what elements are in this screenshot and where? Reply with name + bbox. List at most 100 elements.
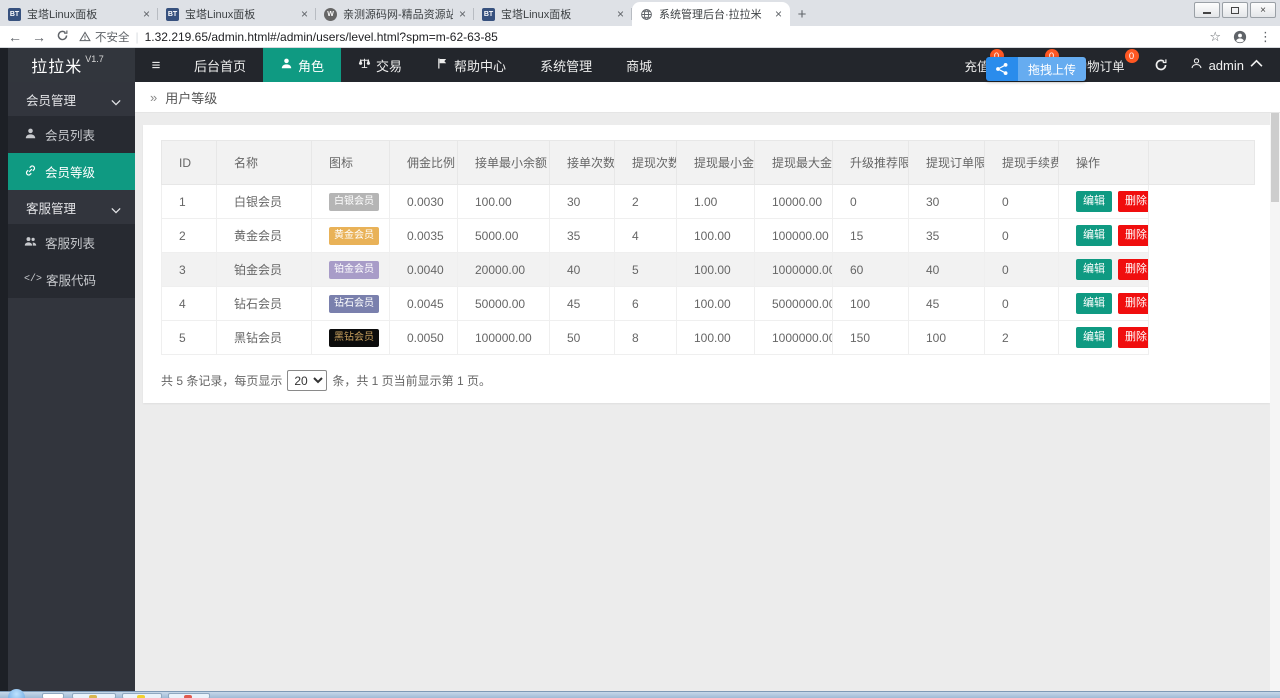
- browser-tab[interactable]: BT宝塔Linux面板×: [474, 2, 632, 26]
- nav-item-角色[interactable]: 角色: [263, 48, 341, 82]
- reload-icon[interactable]: [56, 29, 69, 44]
- user-avatar-icon: [1190, 57, 1203, 73]
- table-row: 2黄金会员黄金会员0.00355000.00354100.00100000.00…: [162, 219, 1255, 253]
- user-menu[interactable]: admin: [1182, 48, 1268, 82]
- close-button[interactable]: ×: [1250, 2, 1276, 18]
- cell-value: 1000000.00: [755, 253, 833, 287]
- app-logo-text: 拉拉米: [31, 53, 82, 77]
- level-badge: 黑钻会员: [329, 329, 379, 347]
- browser-menu-icon[interactable]: ⋮: [1259, 29, 1272, 45]
- nav-item-label: 商城: [626, 56, 652, 75]
- cell-value: 100000.00: [458, 321, 550, 355]
- edit-button[interactable]: 编辑: [1076, 225, 1112, 245]
- cell-icon: 钻石会员: [312, 287, 390, 321]
- sidebar-item-会员等级[interactable]: 会员等级: [0, 153, 135, 190]
- cell-icon: 铂金会员: [312, 253, 390, 287]
- delete-button[interactable]: 删除: [1118, 293, 1149, 313]
- browser-tab[interactable]: BT宝塔Linux面板×: [0, 2, 158, 26]
- delete-button[interactable]: 删除: [1118, 327, 1149, 347]
- minimize-button[interactable]: [1194, 2, 1220, 18]
- browser-tab[interactable]: BT宝塔Linux面板×: [158, 2, 316, 26]
- edit-button[interactable]: 编辑: [1076, 259, 1112, 279]
- sidebar-group-客服管理[interactable]: 客服管理: [0, 190, 135, 224]
- edit-button[interactable]: 编辑: [1076, 327, 1112, 347]
- page-size-select[interactable]: 20: [287, 370, 327, 391]
- sidebar-item-客服代码[interactable]: </>客服代码: [0, 261, 135, 298]
- bookmark-star-icon[interactable]: ☆: [1209, 29, 1221, 45]
- table-row: 5黑钻会员黑钻会员0.0050100000.00508100.001000000…: [162, 321, 1255, 355]
- cell-value: 100: [833, 287, 909, 321]
- page-title: 用户等级: [165, 88, 217, 107]
- security-indicator[interactable]: 不安全: [79, 29, 130, 45]
- tab-close-icon[interactable]: ×: [775, 8, 782, 20]
- tab-close-icon[interactable]: ×: [143, 8, 150, 20]
- level-badge: 铂金会员: [329, 261, 379, 279]
- sidebar-item-label: 客服代码: [46, 270, 96, 289]
- column-header-filler: [1149, 141, 1255, 185]
- cell-value: 0.0040: [390, 253, 458, 287]
- delete-button[interactable]: 删除: [1118, 225, 1149, 245]
- delete-button[interactable]: 删除: [1118, 191, 1149, 211]
- nav-item-帮助中心[interactable]: 帮助中心: [419, 48, 523, 82]
- nav-item-系统管理[interactable]: 系统管理: [523, 48, 609, 82]
- start-button-icon[interactable]: [8, 689, 25, 698]
- taskbar-item[interactable]: [42, 693, 64, 698]
- edit-button[interactable]: 编辑: [1076, 191, 1112, 211]
- cell-value: 100000.00: [755, 219, 833, 253]
- address-bar[interactable]: 不安全 | 1.32.219.65/admin.html#/admin/user…: [79, 29, 1199, 45]
- profile-avatar-icon[interactable]: [1233, 30, 1247, 44]
- cell-value: 100.00: [458, 185, 550, 219]
- column-header-名称: 名称: [217, 141, 312, 185]
- new-tab-button[interactable]: +: [790, 2, 814, 26]
- sidebar-group-label: 客服管理: [26, 198, 76, 217]
- column-header-升级推荐限制: 升级推荐限制: [833, 141, 909, 185]
- cell-value: 60: [833, 253, 909, 287]
- sidebar-group-label: 会员管理: [26, 90, 76, 109]
- cell-value: 5000000.00: [755, 287, 833, 321]
- sidebar-item-会员列表[interactable]: 会员列表: [0, 116, 135, 153]
- tab-close-icon[interactable]: ×: [617, 8, 624, 20]
- restore-button[interactable]: [1222, 2, 1248, 18]
- cell-id: 4: [162, 287, 217, 321]
- tab-close-icon[interactable]: ×: [459, 8, 466, 20]
- refresh-icon[interactable]: [1140, 48, 1182, 82]
- cell-value: 40: [909, 253, 985, 287]
- sidebar-item-客服列表[interactable]: 客服列表: [0, 224, 135, 261]
- browser-tab[interactable]: W亲测源码网-精品资源站长亲测×: [316, 2, 474, 26]
- nav-item-交易[interactable]: 交易: [341, 48, 419, 82]
- tab-close-icon[interactable]: ×: [301, 8, 308, 20]
- share-upload-icon: [986, 57, 1018, 81]
- minimize-icon: [1203, 12, 1211, 14]
- hamburger-menu-icon[interactable]: ≡: [135, 48, 177, 82]
- back-icon[interactable]: ←: [8, 30, 22, 44]
- sidebar-group-会员管理[interactable]: 会员管理: [0, 82, 135, 116]
- cell-name: 黄金会员: [217, 219, 312, 253]
- taskbar-item[interactable]: [122, 693, 162, 698]
- cell-id: 1: [162, 185, 217, 219]
- cell-id: 2: [162, 219, 217, 253]
- cell-value: 0.0030: [390, 185, 458, 219]
- app-logo: 拉拉米 V1.7: [0, 48, 135, 82]
- taskbar-item[interactable]: [168, 693, 210, 698]
- user-name: admin: [1209, 58, 1244, 73]
- scales-icon: [358, 57, 371, 73]
- app-version: V1.7: [85, 54, 104, 64]
- cell-name: 白银会员: [217, 185, 312, 219]
- nav-item-商城[interactable]: 商城: [609, 48, 669, 82]
- main-content: ID名称图标佣金比例接单最小余额接单次数提现次数提现最小金额提现最大金额升级推荐…: [135, 113, 1280, 691]
- page-scrollbar[interactable]: [1270, 82, 1280, 691]
- tab-title: 宝塔Linux面板: [27, 6, 137, 22]
- cell-filler: [1149, 287, 1255, 321]
- taskbar-item[interactable]: [72, 693, 116, 698]
- w-favicon-icon: W: [324, 8, 337, 21]
- cell-id: 5: [162, 321, 217, 355]
- browser-tab[interactable]: 系统管理后台·拉拉米×: [632, 2, 790, 26]
- delete-button[interactable]: 删除: [1118, 259, 1149, 279]
- forward-icon[interactable]: →: [32, 30, 46, 44]
- nav-item-后台首页[interactable]: 后台首页: [177, 48, 263, 82]
- edit-button[interactable]: 编辑: [1076, 293, 1112, 313]
- drag-upload-tooltip: 拖拽上传: [986, 57, 1086, 81]
- cell-value: 0.0035: [390, 219, 458, 253]
- column-header-佣金比例: 佣金比例: [390, 141, 458, 185]
- cell-value: 1.00: [677, 185, 755, 219]
